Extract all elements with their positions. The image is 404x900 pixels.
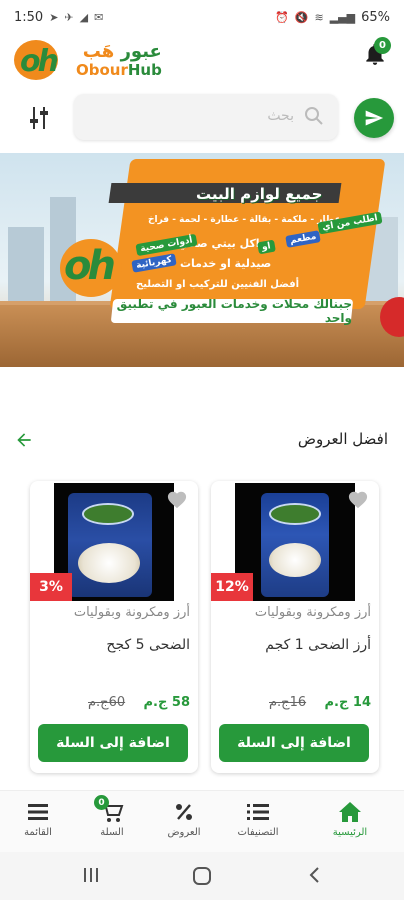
favorite-button[interactable]	[166, 489, 188, 513]
product-price: 14 ج.م	[324, 695, 371, 710]
arrow-left-icon	[17, 433, 31, 447]
battery-level: 65%	[361, 9, 390, 25]
list-icon	[247, 799, 269, 825]
nav-cart-label: السلة	[100, 827, 124, 838]
logo-text: عبور هَب ObourHub	[76, 40, 162, 79]
telegram-icon: ✈	[64, 10, 74, 24]
mute-icon: 🔇	[294, 10, 309, 24]
product-category: أرز ومكرونة وبقوليات	[254, 605, 371, 620]
home-icon	[338, 799, 362, 825]
menu-icon	[28, 799, 48, 825]
search-input[interactable]: بحث	[74, 94, 338, 140]
nav-cart[interactable]: 0 السلة	[74, 795, 150, 849]
app-header: oh عبور هَب ObourHub 0	[0, 34, 404, 86]
product-category: أرز ومكرونة وبقوليات	[73, 605, 190, 620]
cart-badge: 0	[94, 795, 109, 810]
best-offers-header: افضل العروض	[0, 426, 404, 456]
logo-mark: oh	[14, 38, 72, 82]
recent-apps-button[interactable]	[82, 866, 100, 888]
recent-apps-icon	[84, 868, 98, 882]
banner-line-3: صيدلية او خدمات	[180, 257, 272, 270]
banner-bottom-strip: جبنالك محلات وخدمات العبور في تطبيق واحد	[110, 297, 354, 325]
banner-line-1: عطار - ملكمة - بقالة - عطارة - لحمة - فر…	[148, 215, 341, 225]
product-image	[54, 483, 174, 601]
section-title: افضل العروض	[297, 430, 388, 448]
filter-button[interactable]	[24, 102, 54, 134]
discount-badge: 3%	[30, 573, 72, 601]
product-price: 58 ج.م	[143, 695, 190, 710]
product-image	[235, 483, 355, 601]
bottom-nav: الرئيسية التصنيفات العروض 0 السلة القائم…	[0, 790, 404, 852]
product-old-price: 60ج.م	[88, 695, 126, 710]
logo-arabic: عبور هَب	[82, 40, 162, 62]
search-row: بحث	[0, 92, 404, 144]
product-card[interactable]: 12% أرز ومكرونة وبقوليات أرز الضحى 1 كجم…	[211, 481, 379, 773]
heart-icon	[167, 491, 187, 509]
banner-bottom-text: جبنالك محلات وخدمات العبور في تطبيق واحد	[116, 297, 352, 325]
nav-offers-label: العروض	[167, 827, 201, 838]
view-all-button[interactable]	[14, 430, 34, 454]
status-bar: 1:50 ➤ ✈ ◢ ✉ ⏰ 🔇 ≋ ▂▄▆ 65%	[0, 0, 404, 34]
percent-icon	[174, 799, 194, 825]
status-left: 1:50 ➤ ✈ ◢ ✉	[14, 10, 103, 25]
nav-menu[interactable]: القائمة	[0, 799, 76, 849]
system-navigation-bar	[0, 852, 404, 900]
nav-home[interactable]: الرئيسية	[312, 799, 388, 849]
navigation-icon: ➤	[49, 10, 59, 24]
product-name: أرز الضحى 1 كجم	[265, 637, 371, 653]
banner-logo: oh	[58, 235, 128, 301]
mail-icon: ✉	[94, 10, 104, 24]
rice-bag-image	[261, 493, 329, 597]
home-system-button[interactable]	[192, 866, 212, 890]
signal-icon: ◢	[79, 10, 89, 24]
wifi-icon: ≋	[314, 10, 324, 24]
logo-english: ObourHub	[76, 60, 162, 79]
product-old-price: 16ج.م	[269, 695, 307, 710]
nav-categories-label: التصنيفات	[237, 827, 279, 838]
banner-line-4: أفضل الفنيين للتركيب او التصليح	[136, 279, 300, 290]
status-time: 1:50	[14, 9, 44, 25]
back-button[interactable]	[306, 866, 324, 888]
cart-icon: 0	[94, 795, 124, 825]
banner-building	[8, 227, 44, 307]
nav-categories[interactable]: التصنيفات	[220, 799, 296, 849]
promo-banner[interactable]: جميع لوازم البيت عطار - ملكمة - بقالة - …	[0, 153, 404, 367]
product-name: الضحى 5 كجح	[106, 637, 190, 653]
notification-badge: 0	[374, 37, 391, 54]
banner-title: جميع لوازم البيت	[196, 185, 323, 203]
heart-icon	[348, 491, 368, 509]
app-logo[interactable]: oh عبور هَب ObourHub	[14, 38, 162, 82]
nav-offers[interactable]: العروض	[146, 799, 222, 849]
send-icon	[365, 110, 384, 126]
circle-home-icon	[193, 867, 211, 885]
search-icon	[305, 107, 323, 125]
alarm-icon: ⏰	[275, 10, 289, 24]
product-card[interactable]: 3% أرز ومكرونة وبقوليات الضحى 5 كجح 58 ج…	[30, 481, 198, 773]
discount-badge: 12%	[211, 573, 253, 601]
search-submit-button[interactable]	[354, 98, 394, 138]
add-to-cart-button[interactable]: اضافة إلى السلة	[219, 724, 369, 762]
nav-menu-label: القائمة	[24, 827, 52, 838]
notifications-button[interactable]: 0	[362, 37, 391, 70]
chevron-left-icon	[309, 867, 319, 883]
add-to-cart-button[interactable]: اضافة إلى السلة	[38, 724, 188, 762]
search-placeholder: بحث	[267, 108, 294, 124]
nav-home-label: الرئيسية	[332, 827, 368, 838]
status-right: ⏰ 🔇 ≋ ▂▄▆ 65%	[275, 10, 390, 25]
filter-sliders-icon	[30, 107, 48, 129]
favorite-button[interactable]	[347, 489, 369, 513]
signal-bars-icon: ▂▄▆	[329, 10, 356, 24]
rice-bag-image	[68, 493, 152, 597]
